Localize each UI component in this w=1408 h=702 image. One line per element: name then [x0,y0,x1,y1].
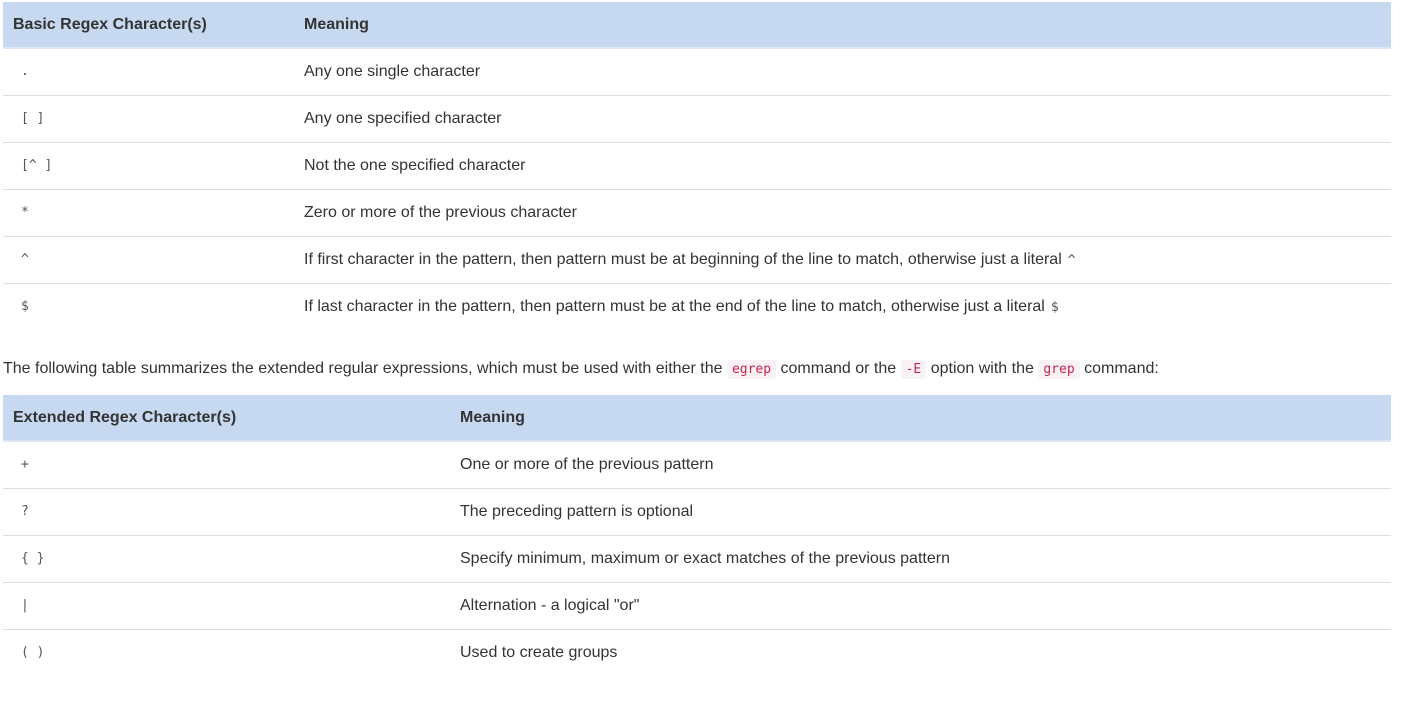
page: Basic Regex Character(s) Meaning . Any o… [0,0,1408,702]
regex-symbol: ? [3,488,450,536]
table-row: . Any one single character [3,48,1391,96]
regex-meaning: Any one specified character [294,95,1391,143]
regex-symbol: + [3,441,450,489]
intro-text: The following table summarizes the exten… [3,360,723,377]
table-header-row: Basic Regex Character(s) Meaning [3,2,1391,49]
grep-code: grep [1038,360,1080,379]
egrep-code: egrep [726,360,777,379]
regex-symbol: ^ [3,236,294,284]
regex-symbol: | [3,582,450,630]
basic-regex-table: Basic Regex Character(s) Meaning . Any o… [3,2,1391,330]
regex-symbol: { } [3,535,450,583]
regex-meaning-cell: If last character in the pattern, then p… [294,283,1391,330]
regex-symbol: [^ ] [3,142,294,190]
regex-meaning-cell: If first character in the pattern, then … [294,236,1391,284]
table-row: * Zero or more of the previous character [3,189,1391,237]
dash-e-code: -E [900,360,927,379]
regex-meaning: Specify minimum, maximum or exact matche… [450,535,1391,583]
regex-symbol: $ [21,299,29,315]
column-header-basic-character: Basic Regex Character(s) [3,2,294,49]
regex-meaning: Any one single character [294,48,1391,96]
column-header-extended-character: Extended Regex Character(s) [3,395,450,442]
table-row: ? The preceding pattern is optional [3,488,1391,536]
regex-meaning: Used to create groups [460,643,618,661]
regex-meaning: Alternation - a logical "or" [450,582,1391,630]
intro-text: command or the [780,360,897,377]
regex-symbol: [ ] [3,95,294,143]
table-row: $ If last character in the pattern, then… [3,283,1391,330]
table-header-row: Extended Regex Character(s) Meaning [3,395,1391,442]
regex-meaning: If last character in the pattern, then p… [304,297,1045,315]
regex-meaning: The preceding pattern is optional [450,488,1391,536]
table-row: ^ If first character in the pattern, the… [3,236,1391,284]
column-header-meaning: Meaning [450,395,1391,442]
table-row: [^ ] Not the one specified character [3,142,1391,190]
regex-meaning: Zero or more of the previous character [294,189,1391,237]
intro-text: command: [1084,360,1159,377]
regex-symbol: * [3,189,294,237]
regex-symbol: ( ) [21,645,45,661]
regex-meaning: If first character in the pattern, then … [304,250,1062,268]
intro-text: option with the [930,360,1034,377]
table-row: | Alternation - a logical "or" [3,582,1391,630]
extended-regex-intro: The following table summarizes the exten… [3,357,1159,382]
extended-regex-table: Extended Regex Character(s) Meaning + On… [3,395,1391,676]
literal-code: ^ [1067,252,1076,268]
table-row: [ ] Any one specified character [3,95,1391,143]
table-row: { } Specify minimum, maximum or exact ma… [3,535,1391,583]
regex-meaning: Not the one specified character [294,142,1391,190]
literal-code: $ [1050,299,1059,315]
table-row: + One or more of the previous pattern [3,441,1391,489]
table-row: ( ) Used to create groups [3,629,1391,676]
regex-meaning: One or more of the previous pattern [450,441,1391,489]
column-header-meaning: Meaning [294,2,1391,49]
regex-symbol: . [3,48,294,96]
